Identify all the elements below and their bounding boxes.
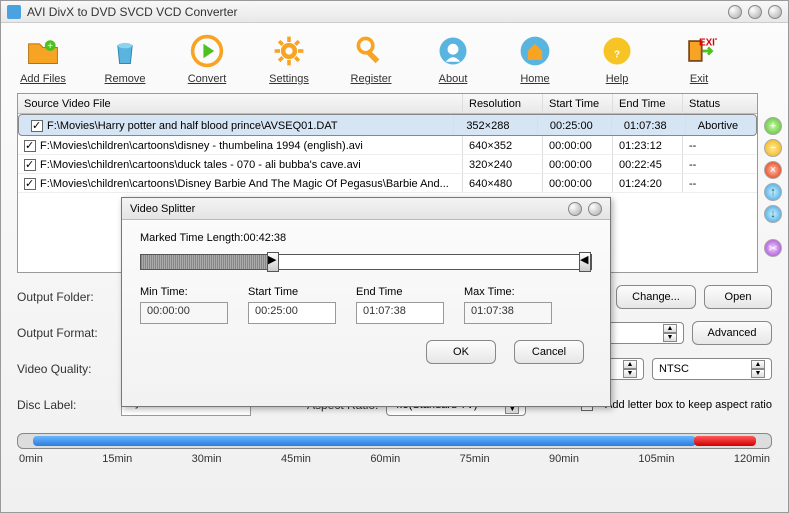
dialog-title: Video Splitter — [130, 203, 568, 215]
max-time-field: 01:07:38 — [464, 302, 552, 324]
dialog-minimize-icon[interactable] — [568, 202, 582, 216]
slider-handle-left[interactable]: ▶ — [267, 252, 279, 272]
dialog-titlebar: Video Splitter — [122, 198, 610, 220]
dialog-mask: Video Splitter Marked Time Length:00:42:… — [1, 1, 788, 512]
dialog-close-icon[interactable] — [588, 202, 602, 216]
range-slider[interactable]: ▶ ◀ — [140, 254, 592, 270]
slider-fill — [141, 255, 267, 269]
max-time-label: Max Time: — [464, 286, 552, 298]
main-window: AVI DivX to DVD SVCD VCD Converter +Add … — [0, 0, 789, 513]
cancel-button[interactable]: Cancel — [514, 340, 584, 364]
min-time-label: Min Time: — [140, 286, 228, 298]
start-time-label: Start Time — [248, 286, 336, 298]
ok-button[interactable]: OK — [426, 340, 496, 364]
marked-time-label: Marked Time Length:00:42:38 — [140, 232, 592, 244]
end-time-label: End Time — [356, 286, 444, 298]
video-splitter-dialog: Video Splitter Marked Time Length:00:42:… — [121, 197, 611, 407]
slider-handle-right[interactable]: ◀ — [579, 252, 591, 272]
start-time-input[interactable]: 00:25:00 — [248, 302, 336, 324]
min-time-field: 00:00:00 — [140, 302, 228, 324]
end-time-input[interactable]: 01:07:38 — [356, 302, 444, 324]
